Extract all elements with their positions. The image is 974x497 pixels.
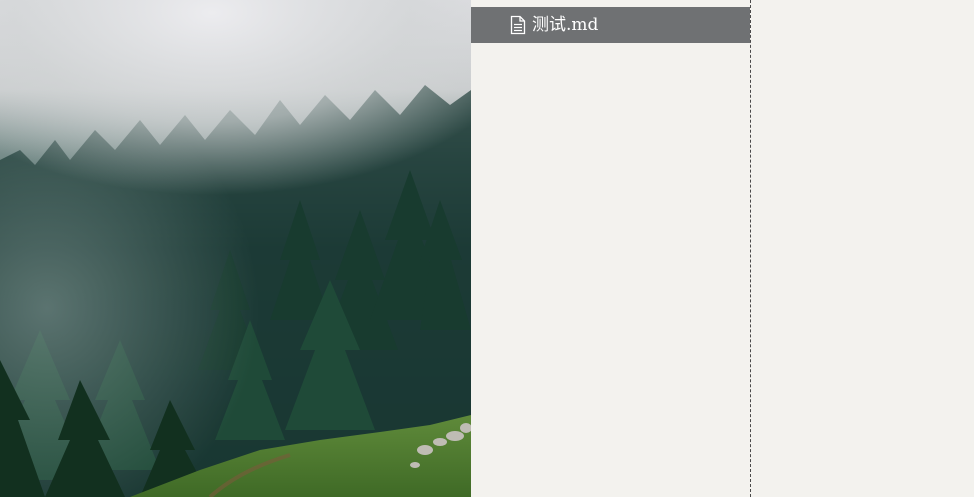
file-item-label: 测试.md	[532, 14, 599, 35]
file-sidebar: 测试.md	[471, 0, 750, 497]
background-forest-image	[0, 0, 471, 497]
file-item-test-md[interactable]: 测试.md	[471, 7, 750, 43]
editor-pane[interactable]	[751, 0, 974, 497]
sidebar-header-strip	[471, 0, 750, 7]
file-text-icon	[510, 15, 526, 35]
